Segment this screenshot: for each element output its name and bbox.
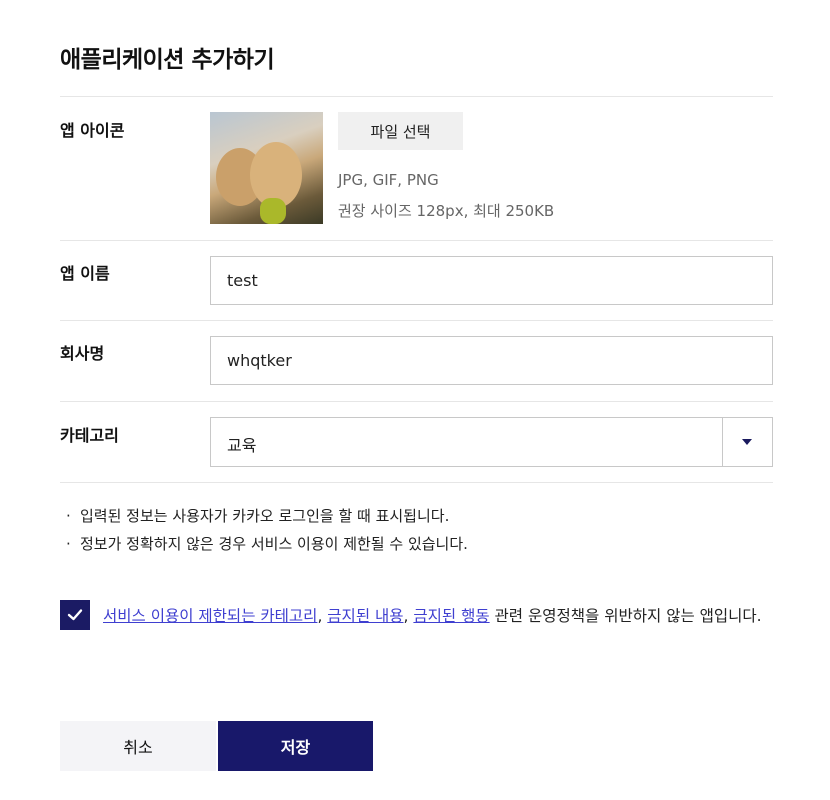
icon-size-hint: 권장 사이즈 128px, 최대 250KB — [338, 202, 555, 220]
category-select[interactable]: 교육 — [210, 417, 773, 467]
divider — [60, 401, 773, 402]
bullet-icon: · — [66, 507, 71, 525]
save-button[interactable]: 저장 — [218, 721, 373, 771]
bullet-icon: · — [66, 535, 71, 553]
add-application-form: 애플리케이션 추가하기 앱 아이콘 파일 선택 JPG, GIF, PNG 권장… — [0, 0, 830, 800]
divider — [60, 482, 773, 483]
prohibited-behavior-link[interactable]: 금지된 행동 — [413, 607, 489, 625]
app-name-input[interactable] — [210, 256, 773, 305]
prohibited-content-link[interactable]: 금지된 내용 — [327, 607, 403, 625]
app-icon-preview-image — [210, 112, 323, 224]
select-separator — [722, 418, 723, 466]
divider — [60, 240, 773, 241]
chevron-down-icon[interactable] — [742, 439, 752, 445]
policy-agreement-text: 서비스 이용이 제한되는 카테고리, 금지된 내용, 금지된 행동 관련 운영정… — [103, 607, 762, 625]
divider — [60, 320, 773, 321]
icon-format-hint: JPG, GIF, PNG — [338, 171, 439, 189]
category-selected-value: 교육 — [227, 436, 257, 455]
cancel-button[interactable]: 취소 — [60, 721, 216, 771]
category-label: 카테고리 — [60, 426, 119, 445]
notice-item: · 입력된 정보는 사용자가 카카오 로그인을 할 때 표시됩니다. — [60, 502, 468, 530]
page-title: 애플리케이션 추가하기 — [60, 47, 275, 73]
notice-list: · 입력된 정보는 사용자가 카카오 로그인을 할 때 표시됩니다. · 정보가… — [60, 502, 468, 558]
app-icon-label: 앱 아이콘 — [60, 121, 125, 140]
file-select-button[interactable]: 파일 선택 — [338, 112, 463, 150]
notice-item: · 정보가 정확하지 않은 경우 서비스 이용이 제한될 수 있습니다. — [60, 530, 468, 558]
app-name-label: 앱 이름 — [60, 264, 110, 283]
policy-agreement-checkbox[interactable] — [60, 600, 90, 630]
restricted-category-link[interactable]: 서비스 이용이 제한되는 카테고리 — [103, 607, 317, 625]
checkmark-icon — [67, 609, 83, 621]
company-label: 회사명 — [60, 344, 105, 363]
company-name-input[interactable] — [210, 336, 773, 385]
divider — [60, 96, 773, 97]
